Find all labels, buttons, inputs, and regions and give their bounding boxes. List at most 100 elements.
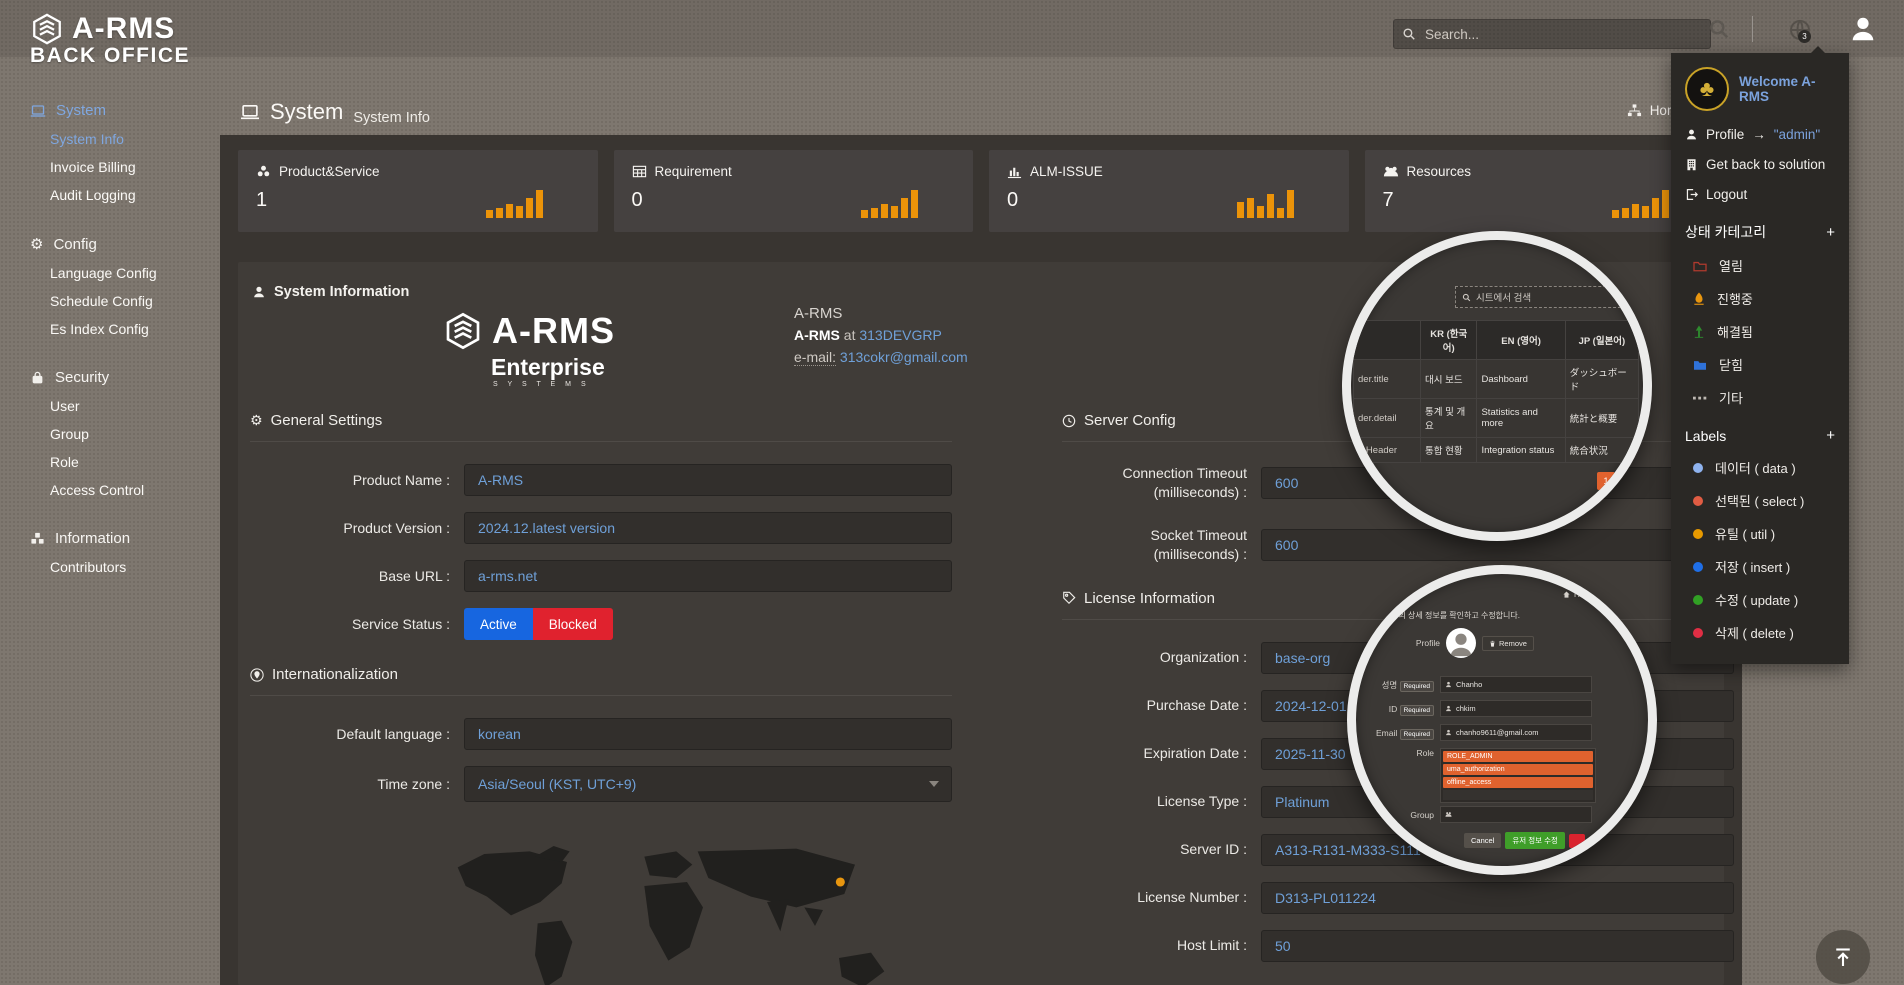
service-status-label: Service Status :	[250, 615, 464, 634]
labels-title: Labels	[1685, 428, 1726, 444]
email-field: chanho9611@gmail.com	[1440, 724, 1592, 741]
card-requirement[interactable]: Requirement 0	[614, 150, 974, 232]
person-icon	[1685, 128, 1698, 141]
card-product-service[interactable]: Product&Service 1	[238, 150, 598, 232]
gear-icon: ⚙	[250, 412, 263, 429]
license-number-field[interactable]	[1261, 882, 1734, 914]
status-category-title: 상태 카테고리	[1685, 222, 1766, 242]
sidebar-item-system-info[interactable]: System Info	[0, 125, 228, 153]
required-badge: Required	[1400, 681, 1434, 692]
label-item-update[interactable]: 수정 ( update )	[1693, 590, 1835, 609]
sidebar-item-audit-logging[interactable]: Audit Logging	[0, 181, 228, 209]
arrow-up-icon	[1831, 945, 1855, 969]
host-limit-field[interactable]	[1261, 930, 1734, 962]
sidebar-item-security[interactable]: Security	[0, 363, 228, 392]
search-submit-button[interactable]	[1708, 18, 1730, 40]
enterprise-logo: A-RMS Enterprise S Y S T E M S	[443, 310, 615, 388]
label-item-delete[interactable]: 삭제 ( delete )	[1693, 623, 1835, 642]
tree-avatar: ♣	[1685, 67, 1729, 111]
user-dropdown-menu: ♣ Welcome A-RMS Profile → "admin" Get ba…	[1671, 53, 1849, 664]
label-dot	[1693, 628, 1703, 638]
sheet-search-input: 시트에서 검색	[1455, 286, 1621, 308]
label-item-data[interactable]: 데이터 ( data )	[1693, 458, 1835, 477]
timezone-select[interactable]: Asia/Seoul (KST, UTC+9)	[464, 766, 952, 802]
sidebar-item-es-index-config[interactable]: Es Index Config	[0, 315, 228, 343]
sidebar-item-group[interactable]: Group	[0, 420, 228, 448]
timezone-label: Time zone :	[250, 775, 464, 794]
sidebar-item-invoice-billing[interactable]: Invoice Billing	[0, 153, 228, 181]
sidebar-item-config[interactable]: ⚙ Config	[0, 229, 228, 259]
card-alm-issue[interactable]: ALM-ISSUE 0	[989, 150, 1349, 232]
table-row: der.detail 통계 및 개요 Statistics and more 統…	[1354, 399, 1639, 438]
clock-icon	[1062, 414, 1076, 428]
add-label-button[interactable]: +	[1826, 427, 1835, 444]
base-url-label: Base URL :	[250, 567, 464, 586]
profile-admin-value: "admin"	[1774, 127, 1820, 142]
sidebar: A-RMS BACK OFFICE System System Info Inv…	[0, 0, 228, 985]
logout-menu-item[interactable]: Logout	[1685, 187, 1835, 202]
lock-icon	[30, 370, 45, 385]
notifications-globe-button[interactable]: 3	[1788, 18, 1814, 44]
sidebar-item-access-control[interactable]: Access Control	[0, 476, 228, 504]
status-item-etc[interactable]: 기타	[1693, 388, 1835, 407]
update-user-button: 유저 정보 수정	[1505, 832, 1565, 849]
page-subtitle: System Info	[353, 110, 430, 126]
product-name-field[interactable]	[464, 464, 952, 496]
search-icon	[1402, 27, 1416, 41]
back-to-solution-menu-item[interactable]: Get back to solution	[1685, 157, 1835, 172]
purchase-date-label: Purchase Date :	[1062, 696, 1261, 715]
server-id-label: Server ID :	[1062, 840, 1261, 859]
column-kr: KR (한국어)	[1421, 321, 1477, 360]
sidebar-item-contributors[interactable]: Contributors	[0, 553, 228, 581]
sparkline-chart	[1612, 184, 1669, 218]
email-link[interactable]: 313cokr@gmail.com	[840, 349, 968, 365]
sidebar-menu: System System Info Invoice Billing Audit…	[0, 96, 228, 601]
sidebar-item-schedule-config[interactable]: Schedule Config	[0, 287, 228, 315]
home-icon	[1563, 591, 1570, 598]
profile-menu-item[interactable]: Profile → "admin"	[1685, 127, 1835, 142]
table-row: der.title 대시 보드 Dashboard ダッシュボード	[1354, 360, 1639, 399]
role-tag: offline_access	[1443, 777, 1593, 788]
socket-timeout-label: Socket Timeout (milliseconds) :	[1062, 526, 1261, 564]
status-item-in-progress[interactable]: 진행중	[1693, 289, 1835, 308]
label-dot	[1693, 496, 1703, 506]
trash-icon	[1489, 640, 1496, 647]
add-status-category-button[interactable]: +	[1826, 224, 1835, 241]
product-version-field[interactable]	[464, 512, 952, 544]
ellipsis-icon	[1693, 395, 1707, 401]
expiration-date-label: Expiration Date :	[1062, 744, 1261, 763]
sidebar-item-information[interactable]: Information	[0, 524, 228, 553]
status-item-closed[interactable]: 닫힘	[1693, 355, 1835, 374]
name-field: Chanho	[1440, 676, 1592, 693]
status-item-resolved[interactable]: 해결됨	[1693, 322, 1835, 341]
id-field: chkim	[1440, 700, 1592, 717]
sidebar-item-user[interactable]: User	[0, 392, 228, 420]
group-field	[1440, 806, 1592, 823]
cancel-button: Cancel	[1464, 833, 1501, 848]
sidebar-item-language-config[interactable]: Language Config	[0, 259, 228, 287]
page-header: System System Info	[240, 99, 430, 126]
scroll-to-top-button[interactable]	[1816, 930, 1870, 984]
service-status-active-button[interactable]: Active	[464, 608, 533, 640]
brand-logo[interactable]: A-RMS BACK OFFICE	[30, 12, 190, 68]
status-item-open[interactable]: 열림	[1693, 256, 1835, 275]
pagination-page-1: 1	[1597, 472, 1615, 490]
label-item-insert[interactable]: 저장 ( insert )	[1693, 557, 1835, 576]
magnifier-language-table: 시트에서 검색 KR (한국어) EN (영어) JP (일본어) der.ti…	[1342, 231, 1652, 541]
org-link[interactable]: 313DEVGRP	[859, 327, 941, 343]
label-item-util[interactable]: 유틸 ( util )	[1693, 524, 1835, 543]
brand-tagline: BACK OFFICE	[30, 44, 190, 68]
label-dot	[1693, 529, 1703, 539]
base-url-field[interactable]	[464, 560, 952, 592]
sidebar-item-role[interactable]: Role	[0, 448, 228, 476]
default-language-field[interactable]	[464, 718, 952, 750]
label-item-select[interactable]: 선택된 ( select )	[1693, 491, 1835, 510]
logout-icon	[1685, 188, 1698, 201]
search-input[interactable]	[1423, 26, 1702, 43]
sidebar-item-system[interactable]: System	[0, 96, 228, 125]
service-status-blocked-button[interactable]: Blocked	[533, 608, 613, 640]
search-icon	[1462, 293, 1471, 302]
product-name-label: Product Name :	[250, 471, 464, 490]
required-badge: Required	[1400, 705, 1434, 716]
user-menu-button[interactable]	[1848, 14, 1878, 44]
